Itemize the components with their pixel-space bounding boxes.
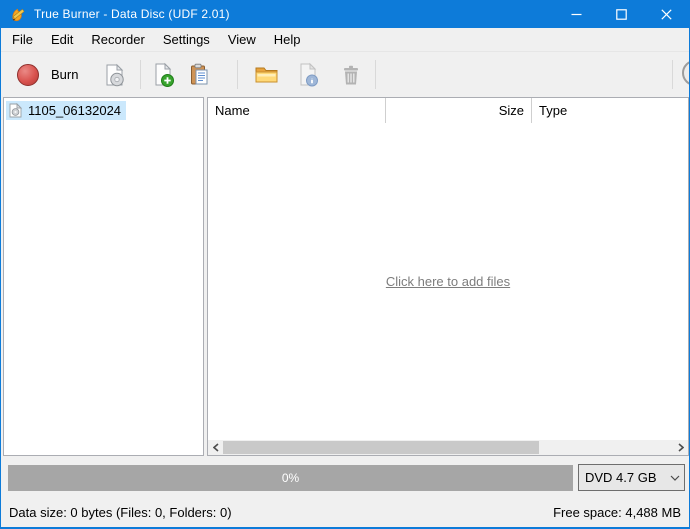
status-data-size: Data size: 0 bytes (Files: 0, Folders: 0…	[9, 505, 232, 520]
menu-file[interactable]: File	[3, 29, 42, 50]
status-free-space: Free space: 4,488 MB	[553, 505, 681, 520]
toolbar-separator	[237, 60, 238, 89]
minimize-icon	[571, 9, 582, 20]
horizontal-scrollbar[interactable]	[208, 440, 688, 455]
menu-recorder[interactable]: Recorder	[82, 29, 153, 50]
titlebar: True Burner - Data Disc (UDF 2.01)	[1, 0, 689, 28]
new-compilation-button[interactable]	[100, 61, 127, 88]
toolbar: Burn	[1, 52, 689, 97]
trash-icon	[338, 62, 364, 88]
menu-settings[interactable]: Settings	[154, 29, 219, 50]
burn-button[interactable]: Burn	[11, 58, 84, 91]
progress-bar: 0%	[8, 465, 573, 491]
list-header: Name Size Type	[208, 98, 688, 123]
menubar: File Edit Recorder Settings View Help	[1, 28, 689, 52]
window-controls	[554, 0, 689, 28]
app-logo-icon	[10, 6, 27, 23]
minimize-button[interactable]	[554, 0, 599, 28]
maximize-button[interactable]	[599, 0, 644, 28]
column-header-type[interactable]: Type	[532, 98, 688, 123]
toolbar-separator	[375, 60, 376, 89]
file-info-icon	[295, 62, 321, 88]
menu-help[interactable]: Help	[265, 29, 310, 50]
burn-icon	[17, 64, 39, 86]
window-title: True Burner - Data Disc (UDF 2.01)	[34, 7, 230, 21]
open-folder-button[interactable]	[253, 61, 280, 88]
disc-document-icon	[9, 103, 22, 118]
column-header-size[interactable]: Size	[386, 98, 532, 123]
new-disc-document-icon	[101, 62, 127, 88]
capacity-select[interactable]: DVD 4.7 GB	[578, 464, 685, 491]
file-list-panel: Name Size Type Click here to add files	[207, 97, 689, 456]
sidebar-item-label: 1105_06132024	[28, 103, 121, 118]
add-files-link[interactable]: Click here to add files	[386, 274, 510, 289]
burn-button-label: Burn	[51, 67, 78, 82]
disc-icon[interactable]	[682, 60, 689, 86]
window-content: True Burner - Data Disc (UDF 2.01) File …	[1, 0, 689, 527]
sidebar-item-compilation[interactable]: 1105_06132024	[6, 101, 126, 120]
paste-clipboard-icon	[187, 62, 213, 88]
add-files-button[interactable]	[149, 61, 176, 88]
progress-row: 0% DVD 4.7 GB	[1, 456, 689, 497]
add-file-icon	[150, 62, 176, 88]
paste-button[interactable]	[186, 61, 213, 88]
empty-drop-area[interactable]: Click here to add files	[208, 123, 688, 439]
toolbar-separator	[140, 60, 141, 89]
menu-view[interactable]: View	[219, 29, 265, 50]
close-icon	[661, 9, 672, 20]
progress-percent: 0%	[282, 471, 299, 485]
scrollbar-thumb[interactable]	[223, 441, 539, 454]
close-button[interactable]	[644, 0, 689, 28]
statusbar: Data size: 0 bytes (Files: 0, Folders: 0…	[1, 497, 689, 527]
toolbar-separator	[672, 60, 673, 89]
compilation-sidebar[interactable]: 1105_06132024	[3, 97, 204, 456]
properties-button[interactable]	[294, 61, 321, 88]
menu-edit[interactable]: Edit	[42, 29, 82, 50]
capacity-select-value: DVD 4.7 GB	[579, 470, 666, 485]
app-window: True Burner - Data Disc (UDF 2.01) File …	[0, 0, 690, 529]
maximize-icon	[616, 9, 627, 20]
chevron-down-icon	[666, 475, 684, 481]
scroll-left-arrow[interactable]	[208, 440, 223, 455]
open-folder-icon	[253, 61, 280, 88]
scroll-right-arrow[interactable]	[673, 440, 688, 455]
column-header-name[interactable]: Name	[208, 98, 386, 123]
delete-button[interactable]	[337, 61, 364, 88]
